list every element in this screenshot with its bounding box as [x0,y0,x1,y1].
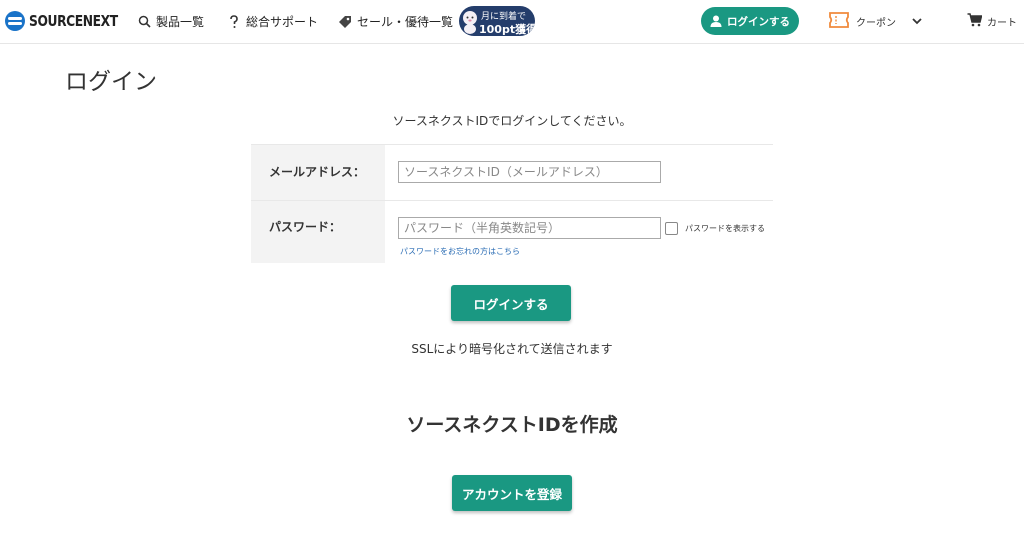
show-password-checkbox[interactable] [665,222,678,235]
show-password-label: パスワードを表示する [685,224,765,233]
password-field[interactable] [398,217,661,239]
header-login-button[interactable]: ログインする [701,7,799,35]
chevron-down-icon [912,18,922,25]
coupon-label: クーポン [856,18,896,29]
nav-sale[interactable]: セール・優待一覧 [338,13,453,30]
forgot-password-link[interactable]: パスワードをお忘れの方はこちら [400,246,520,257]
ssl-note: SSLにより暗号化されて送信されます [411,342,613,356]
email-field[interactable] [398,161,661,183]
search-icon [137,15,151,29]
page-title: ログイン [65,69,157,95]
register-account-button[interactable]: アカウントを登録 [452,475,572,511]
ticket-icon [829,12,849,31]
nav-products-label: 製品一覧 [156,15,205,29]
site-header: SOURCENEXT 製品一覧 総合サポート セール・優待一覧 月に到着で 10… [0,0,1024,44]
create-account-title: ソースネクストIDを作成 [406,414,618,436]
coupon-menu[interactable]: クーポン [829,12,922,31]
nav-support[interactable]: 総合サポート [227,13,318,30]
login-submit-button[interactable]: ログインする [451,285,571,321]
logo-mark-icon [5,11,25,31]
cart-label: カート [987,18,1017,29]
password-row: パスワード： パスワードを表示する パスワードをお忘れの方はこちら [251,201,773,263]
login-intro: ソースネクストIDでログインしてください。 [392,114,632,128]
password-label: パスワード： [251,201,385,263]
question-icon [227,14,241,29]
nav-products[interactable]: 製品一覧 [137,13,204,30]
nav-support-label: 総合サポート [246,15,319,29]
sourcenext-logo[interactable]: SOURCENEXT [5,10,137,32]
promo-line2: 100pt獲得 [479,23,535,36]
header-login-label: ログインする [727,15,790,28]
show-password-toggle[interactable]: パスワードを表示する [665,222,765,235]
email-row: メールアドレス： [251,145,773,201]
mascot-icon [463,11,477,34]
nav-sale-label: セール・優待一覧 [357,15,454,29]
email-label: メールアドレス： [251,145,385,200]
cart-link[interactable]: カート [967,13,1017,30]
login-form: メールアドレス： パスワード： パスワードを表示する パスワードをお忘れの方はこ… [251,144,773,263]
promo-badge[interactable]: 月に到着で 100pt獲得 [459,6,535,36]
tag-icon [338,15,352,29]
user-icon [710,15,722,27]
logo-text: SOURCENEXT [29,12,118,30]
cart-icon [967,13,983,30]
